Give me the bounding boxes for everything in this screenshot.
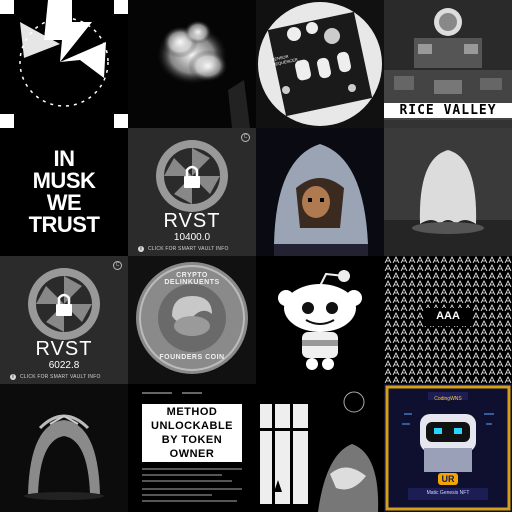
tile-coding-nft[interactable]: CodingWNS UR Matic Genesis NFT bbox=[384, 384, 512, 512]
coding-header: CodingWNS bbox=[434, 396, 462, 402]
vault-info-link[interactable]: CLICK FOR SMART VAULT INFO bbox=[148, 246, 229, 252]
tile-smoke[interactable] bbox=[128, 0, 256, 128]
tile-arch[interactable] bbox=[0, 384, 128, 512]
matic-caption: Matic Genesis NFT bbox=[426, 490, 470, 496]
tile-coin[interactable]: CRYPTO DELINKUENTS FOUNDERS COIN bbox=[128, 256, 256, 384]
window-art-image bbox=[260, 391, 379, 512]
rice-valley-title: RICE VALLEY bbox=[384, 103, 512, 118]
vault-info-link[interactable]: CLICK FOR SMART VAULT INFO bbox=[20, 374, 101, 380]
tile-reddit-alien[interactable] bbox=[256, 256, 384, 384]
musk-line-1: IN bbox=[53, 146, 76, 171]
copyright-badge: C bbox=[241, 133, 250, 142]
aaa-title: AAA bbox=[436, 310, 460, 322]
vault-title: RVST bbox=[163, 210, 221, 232]
tile-rvst-1[interactable]: C RVST 10400.0 i CLICK FOR SMART VAULT I… bbox=[128, 128, 256, 256]
aperture-lock-icon bbox=[156, 140, 228, 212]
tile-window-art[interactable] bbox=[256, 384, 384, 512]
hooded-pixel-image bbox=[274, 144, 368, 256]
tile-hooded-pixel[interactable] bbox=[256, 128, 384, 256]
tile-synth[interactable]: SENSOR SEQUENCER bbox=[256, 0, 384, 128]
tile-rice-valley[interactable]: RICE VALLEY bbox=[384, 0, 512, 128]
musk-line-2: MUSK bbox=[32, 168, 96, 193]
nft-gallery-grid: SENSOR SEQUENCER RICE VALLEY IN MUSK WE … bbox=[0, 0, 512, 512]
tile-lightning-logo[interactable] bbox=[0, 0, 128, 128]
lightning-logo-image bbox=[0, 0, 128, 128]
musk-line-4: TRUST bbox=[28, 212, 100, 237]
tile-method[interactable]: METHOD UNLOCKABLE BY TOKEN OWNER bbox=[128, 384, 256, 512]
method-line-3: BY TOKEN bbox=[161, 434, 223, 446]
ghost-sculpture-image bbox=[384, 128, 512, 256]
tile-aaa[interactable]: AAA bbox=[384, 256, 512, 384]
tile-ghost[interactable] bbox=[384, 128, 512, 256]
aperture-lock-icon bbox=[28, 268, 100, 340]
tile-in-musk[interactable]: IN MUSK WE TRUST bbox=[0, 128, 128, 256]
ur-badge: UR bbox=[438, 473, 458, 485]
arch-structure-image bbox=[24, 414, 104, 500]
vault-value: 6022.8 bbox=[48, 360, 80, 371]
coin-top-text: CRYPTO DELINKUENTS bbox=[164, 272, 220, 286]
coin-bottom-text: FOUNDERS COIN bbox=[159, 354, 225, 361]
smoke-image bbox=[156, 20, 250, 128]
reddit-alien-image bbox=[278, 270, 362, 370]
method-line-1: METHOD bbox=[166, 406, 218, 418]
copyright-badge: C bbox=[113, 261, 122, 270]
musk-line-3: WE bbox=[46, 190, 82, 215]
tile-rvst-2[interactable]: C RVST 6022.8 i CLICK FOR SMART VAULT IN… bbox=[0, 256, 128, 384]
vault-value: 10400.0 bbox=[173, 232, 211, 243]
method-line-2: UNLOCKABLE bbox=[151, 420, 233, 432]
vault-title: RVST bbox=[35, 338, 93, 360]
info-icon[interactable]: i bbox=[10, 374, 16, 380]
info-icon[interactable]: i bbox=[138, 246, 144, 252]
method-line-4: OWNER bbox=[169, 448, 215, 460]
